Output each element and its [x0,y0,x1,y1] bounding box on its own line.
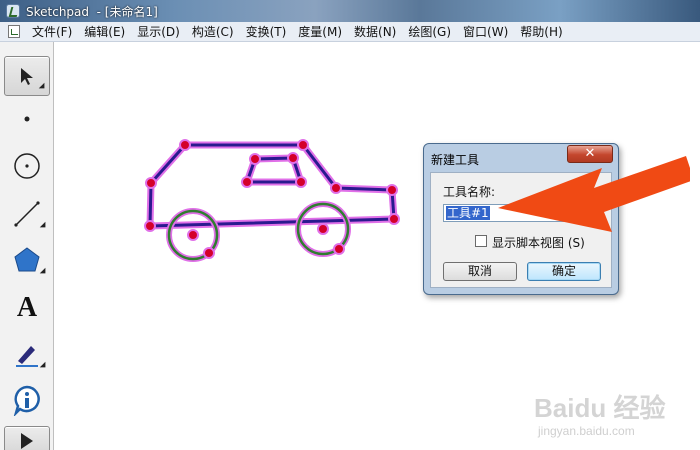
straightedge-tool[interactable] [4,194,50,234]
custom-tool[interactable] [4,426,50,450]
menu-bar: 文件(F) 编辑(E) 显示(D) 构造(C) 变换(T) 度量(M) 数据(N… [0,22,700,42]
marker-tool-icon [16,346,38,367]
polygon-tool[interactable] [4,240,50,280]
dialog-title: 新建工具 [431,153,480,167]
arrow-tool-icon [21,68,33,85]
document-icon[interactable] [8,25,20,38]
window-title: Sketchpad - [未命名1] [26,5,158,19]
polygon-tool-icon [14,247,40,272]
menu-help[interactable]: 帮助(H) [514,24,568,40]
point-tool[interactable] [4,99,50,139]
custom-tool-icon [21,433,33,449]
information-tool[interactable] [4,380,50,420]
menu-items: 文件(F) 编辑(E) 显示(D) 构造(C) 变换(T) 度量(M) 数据(N… [26,24,569,40]
compass-tool[interactable] [4,146,50,186]
tool-options-indicator [38,82,48,92]
show-script-view-checkbox[interactable] [475,235,487,247]
marker-tool[interactable] [4,334,50,374]
menu-data[interactable]: 数据(N) [348,24,402,40]
text-tool[interactable]: A [4,288,50,328]
text-tool-icon: A [16,292,38,323]
watermark-brand: Baidu 经验 [534,393,666,423]
ok-button[interactable]: 确定 [527,262,601,281]
annotation-arrow [498,156,690,232]
straightedge-tool-icon [14,201,40,227]
compass-tool-icon [14,153,40,179]
sketchpad-app-icon [6,4,20,18]
menu-graph[interactable]: 绘图(G) [402,24,457,40]
menu-file[interactable]: 文件(F) [26,24,78,40]
arrow-tool[interactable] [4,56,50,96]
menu-construct[interactable]: 构造(C) [186,24,240,40]
watermark-url: jingyan.baidu.com [538,424,635,438]
point-tool-icon [24,116,30,122]
menu-measure[interactable]: 度量(M) [292,24,348,40]
arrow-shape [498,156,690,232]
tool-name-value: 工具#1 [446,206,490,220]
menu-transform[interactable]: 变换(T) [240,24,293,40]
toolbox: A [0,42,54,450]
watermark: Baidu 经验 jingyan.baidu.com [532,380,692,444]
window-titlebar: Sketchpad - [未命名1] [0,0,700,22]
cancel-button[interactable]: 取消 [443,262,517,281]
menu-window[interactable]: 窗口(W) [457,24,514,40]
tool-name-label: 工具名称: [443,185,496,199]
menu-display[interactable]: 显示(D) [131,24,186,40]
information-tool-icon [13,385,40,416]
menu-edit[interactable]: 编辑(E) [78,24,131,40]
